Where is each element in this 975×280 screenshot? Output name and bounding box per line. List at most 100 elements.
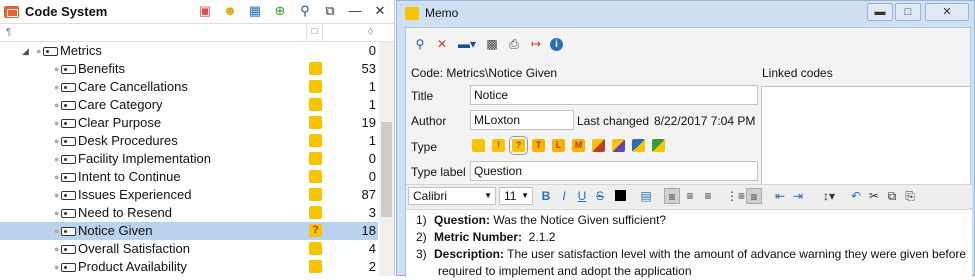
panel-title: Code System [25,4,108,19]
memo-yellow-icon[interactable] [309,170,322,183]
tree-item-count: 0 [368,169,376,184]
memo-yellow-icon[interactable] [309,260,322,273]
memo-type-swatch[interactable]: M [572,139,585,152]
memo-type-swatch[interactable] [652,139,665,152]
italic-button[interactable]: I [556,188,572,204]
insert-image-icon[interactable]: ▤ [638,188,654,204]
delete-icon[interactable]: ✕ [434,36,450,52]
underline-button[interactable]: U [574,188,590,204]
numbered-list-button[interactable]: ≡ [746,188,762,204]
tree-item-count: 18 [361,223,376,238]
maximize-window-button[interactable]: □ [895,3,921,21]
last-changed-value: 8/22/2017 7:04 PM [654,114,756,128]
undock-icon[interactable]: ⧉ [322,3,338,19]
memo-yellow-icon[interactable] [309,134,322,147]
title-input[interactable]: Notice [470,85,758,105]
bold-button[interactable]: B [538,188,554,204]
copy-button[interactable]: ⧉ [884,188,900,204]
tree-item[interactable]: ● Care Cancellations 1 [0,78,378,96]
memo-type-swatch[interactable]: ! [492,139,505,152]
minimize-window-button[interactable]: ▬ [867,3,893,21]
tree-item-count: 2 [368,259,376,274]
tree-item[interactable]: ● Facility Implementation 0 [0,150,378,168]
type-label-input[interactable]: Question [470,161,758,181]
memo-text-editor[interactable]: 1) Question: Was the Notice Given suffici… [406,209,972,278]
list-number: 1) [416,213,427,227]
link-code-icon[interactable]: ▬▾ [456,36,478,52]
tree-item[interactable]: ● Overall Satisfaction 4 [0,240,378,258]
memo-type-swatch[interactable] [612,139,625,152]
bullet-list-button[interactable]: ⋮≡ [726,188,745,204]
print-icon[interactable]: ⎙ [506,36,522,52]
memo-yellow-icon[interactable] [309,152,322,165]
memo-question-icon[interactable]: ? [309,224,322,237]
tree-item[interactable]: ● Clear Purpose 19 [0,114,378,132]
strikethrough-button[interactable]: S [592,188,608,204]
memo-yellow-icon[interactable] [309,242,322,255]
count-column-icon[interactable]: ◊ [368,27,373,38]
collapse-arrow-icon[interactable]: ◢ [22,42,29,60]
memo-yellow-icon[interactable] [309,188,322,201]
export-icon[interactable]: ↦ [528,36,544,52]
tree-item-metrics[interactable]: ◢ ● Metrics 0 [0,42,378,60]
tree-item[interactable]: ● Notice Given? 18 [0,222,378,240]
scrollbar-thumb[interactable] [381,122,392,217]
tree-item[interactable]: ● Intent to Continue 0 [0,168,378,186]
search-icon[interactable]: ⚲ [412,36,428,52]
stamp-icon[interactable]: ▩ [484,36,500,52]
memo-type-swatch[interactable] [472,139,485,152]
memo-titlebar[interactable]: Memo Memo ▬ □ ✕ [397,1,974,25]
smiley-icon[interactable]: ☻ [222,3,238,19]
code-icon [61,65,76,74]
memo-type-swatch[interactable] [632,139,645,152]
memo-yellow-icon[interactable] [309,62,322,75]
tree-item[interactable]: ● Care Category 1 [0,96,378,114]
cut-button[interactable]: ✂ [866,188,882,204]
tree-item[interactable]: ● Issues Experienced 87 [0,186,378,204]
info-icon[interactable]: i [550,37,563,51]
search-icon[interactable]: ⚲ [297,3,313,19]
chevron-down-icon: ▼ [521,191,529,200]
undo-button[interactable]: ↶ [848,188,864,204]
memo-type-swatch[interactable]: ? [509,136,528,155]
align-center-button[interactable]: ≡ [682,188,698,204]
vertical-scrollbar[interactable] [379,42,394,276]
memo-yellow-icon[interactable] [309,116,322,129]
code-icon [61,155,76,164]
tree-item[interactable]: ● Need to Resend 3 [0,204,378,222]
increase-indent-button[interactable]: ⇥ [790,188,806,204]
code-matrix-icon[interactable]: ▦ [247,3,263,19]
line-spacing-button[interactable]: ↕▾ [818,188,840,204]
tree-dot: ● [54,244,60,254]
memo-type-swatch[interactable]: T [532,139,545,152]
tree-item[interactable]: ● Benefits 53 [0,60,378,78]
tree-item-label: Need to Resend [78,205,172,220]
close-icon[interactable]: ✕ [372,3,388,19]
tree-item[interactable]: ● Product Availability 2 [0,258,378,276]
align-left-button[interactable]: ≡ [664,188,680,204]
tree-item-count: 53 [361,61,376,76]
close-window-button[interactable]: ✕ [925,3,969,21]
minimize-icon[interactable]: — [347,3,363,19]
activate-codes-icon[interactable]: ▣ [197,3,213,19]
memo-column-icon[interactable]: □ [306,24,323,41]
code-icon [61,119,76,128]
memo-yellow-icon[interactable] [309,206,322,219]
font-family-select[interactable]: Calibri ▼ [408,187,496,205]
new-code-icon[interactable]: ⊕ [272,3,288,19]
tree-item[interactable]: ● Desk Procedures 1 [0,132,378,150]
memo-window: Memo Memo ▬ □ ✕ ⚲ ✕ ▬▾ ▩ ⎙ ↦ i Code: Met… [396,0,975,278]
text-color-button[interactable] [612,188,628,204]
author-input[interactable]: MLoxton [470,110,574,130]
memo-type-swatch[interactable]: L [552,139,565,152]
font-size-select[interactable]: 11 ▼ [499,187,533,205]
author-label: Author [411,114,447,128]
tree-dot: ● [54,262,60,272]
memo-type-swatch[interactable] [592,139,605,152]
tree-dot: ● [54,172,60,182]
memo-yellow-icon[interactable] [309,80,322,93]
paste-button[interactable]: ⎘ [902,188,918,204]
decrease-indent-button[interactable]: ⇤ [772,188,788,204]
align-right-button[interactable]: ≡ [700,188,716,204]
memo-yellow-icon[interactable] [309,98,322,111]
